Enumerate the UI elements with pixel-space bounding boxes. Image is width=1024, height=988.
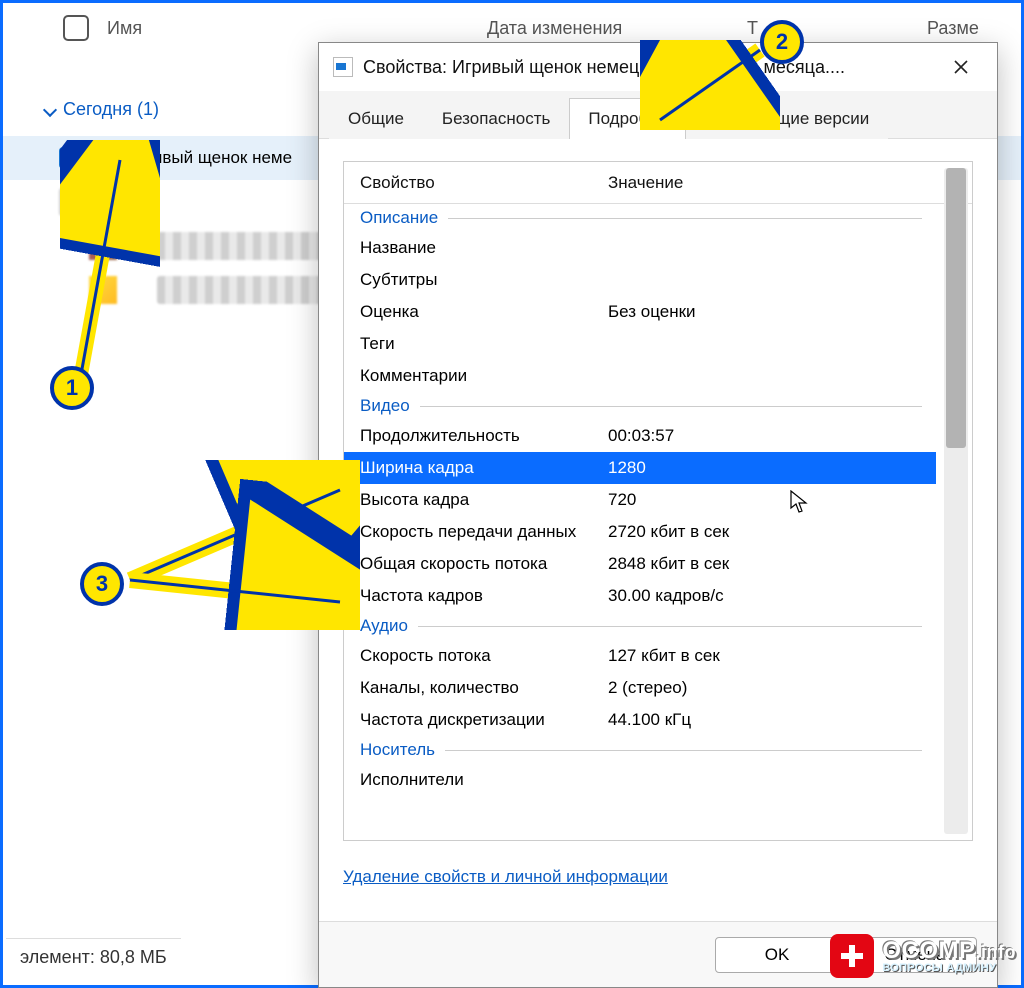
select-all-checkbox[interactable] bbox=[63, 15, 89, 41]
status-bar: элемент: 80,8 МБ bbox=[6, 938, 181, 982]
annotation-arrow-2 bbox=[640, 40, 780, 130]
properties-dialog: Свойства: Игривый щенок немецкой вчарки … bbox=[318, 42, 998, 988]
prop-data-rate[interactable]: Скорость передачи данных2720 кбит в сек bbox=[344, 516, 936, 548]
annotation-arrow-3a bbox=[120, 460, 360, 630]
prop-comments[interactable]: Комментарии bbox=[344, 360, 936, 392]
dialog-body: Свойство Значение Описание Название Субт… bbox=[319, 139, 997, 897]
grid-content: Описание Название Субтитры ОценкаБез оце… bbox=[344, 204, 936, 840]
plus-icon bbox=[830, 934, 874, 978]
annotation-badge-3: 3 bbox=[80, 562, 124, 606]
prop-duration[interactable]: Продолжительность00:03:57 bbox=[344, 420, 936, 452]
column-name[interactable]: Имя bbox=[107, 18, 487, 39]
section-description: Описание bbox=[344, 204, 936, 232]
prop-subtitles[interactable]: Субтитры bbox=[344, 264, 936, 296]
prop-performers[interactable]: Исполнители bbox=[344, 764, 936, 796]
prop-audio-channels[interactable]: Каналы, количество2 (стерео) bbox=[344, 672, 936, 704]
annotation-arrow-1 bbox=[60, 140, 160, 400]
tab-security[interactable]: Безопасность bbox=[423, 98, 569, 139]
prop-frame-width[interactable]: Ширина кадра1280 bbox=[344, 452, 936, 484]
annotation-badge-1: 1 bbox=[50, 366, 94, 410]
close-icon bbox=[953, 59, 969, 75]
section-video: Видео bbox=[344, 392, 936, 420]
prop-tags[interactable]: Теги bbox=[344, 328, 936, 360]
video-file-icon bbox=[333, 57, 353, 77]
vertical-scrollbar[interactable] bbox=[944, 168, 968, 834]
prop-total-bitrate[interactable]: Общая скорость потока2848 кбит в сек bbox=[344, 548, 936, 580]
section-audio: Аудио bbox=[344, 612, 936, 640]
ok-button[interactable]: OK bbox=[715, 937, 839, 973]
remove-properties-link[interactable]: Удаление свойств и личной информации bbox=[343, 867, 973, 887]
prop-frame-rate[interactable]: Частота кадров30.00 кадров/с bbox=[344, 580, 936, 612]
watermark-text: OCOMP.info ВОПРОСЫ АДМИНУ bbox=[882, 938, 1016, 975]
prop-title[interactable]: Название bbox=[344, 232, 936, 264]
watermark: OCOMP.info ВОПРОСЫ АДМИНУ bbox=[830, 934, 1016, 978]
grid-head-value[interactable]: Значение bbox=[604, 173, 972, 193]
grid-header: Свойство Значение bbox=[344, 162, 972, 204]
group-label: Сегодня bbox=[63, 99, 132, 120]
annotation-badge-2: 2 bbox=[760, 20, 804, 64]
tab-general[interactable]: Общие bbox=[329, 98, 423, 139]
property-grid: Свойство Значение Описание Название Субт… bbox=[343, 161, 973, 841]
mouse-cursor-icon bbox=[790, 490, 808, 514]
chevron-down-icon bbox=[43, 103, 57, 117]
section-origin: Носитель bbox=[344, 736, 936, 764]
close-button[interactable] bbox=[939, 43, 983, 91]
scrollbar-thumb[interactable] bbox=[946, 168, 966, 448]
prop-frame-height[interactable]: Высота кадра720 bbox=[344, 484, 936, 516]
prop-audio-sample-rate[interactable]: Частота дискретизации44.100 кГц bbox=[344, 704, 936, 736]
group-count: (1) bbox=[137, 99, 159, 120]
column-date[interactable]: Дата изменения bbox=[487, 18, 747, 39]
column-size[interactable]: Разме bbox=[927, 18, 1021, 39]
prop-audio-bitrate[interactable]: Скорость потока127 кбит в сек bbox=[344, 640, 936, 672]
grid-head-property[interactable]: Свойство bbox=[344, 173, 604, 193]
prop-rating[interactable]: ОценкаБез оценки bbox=[344, 296, 936, 328]
